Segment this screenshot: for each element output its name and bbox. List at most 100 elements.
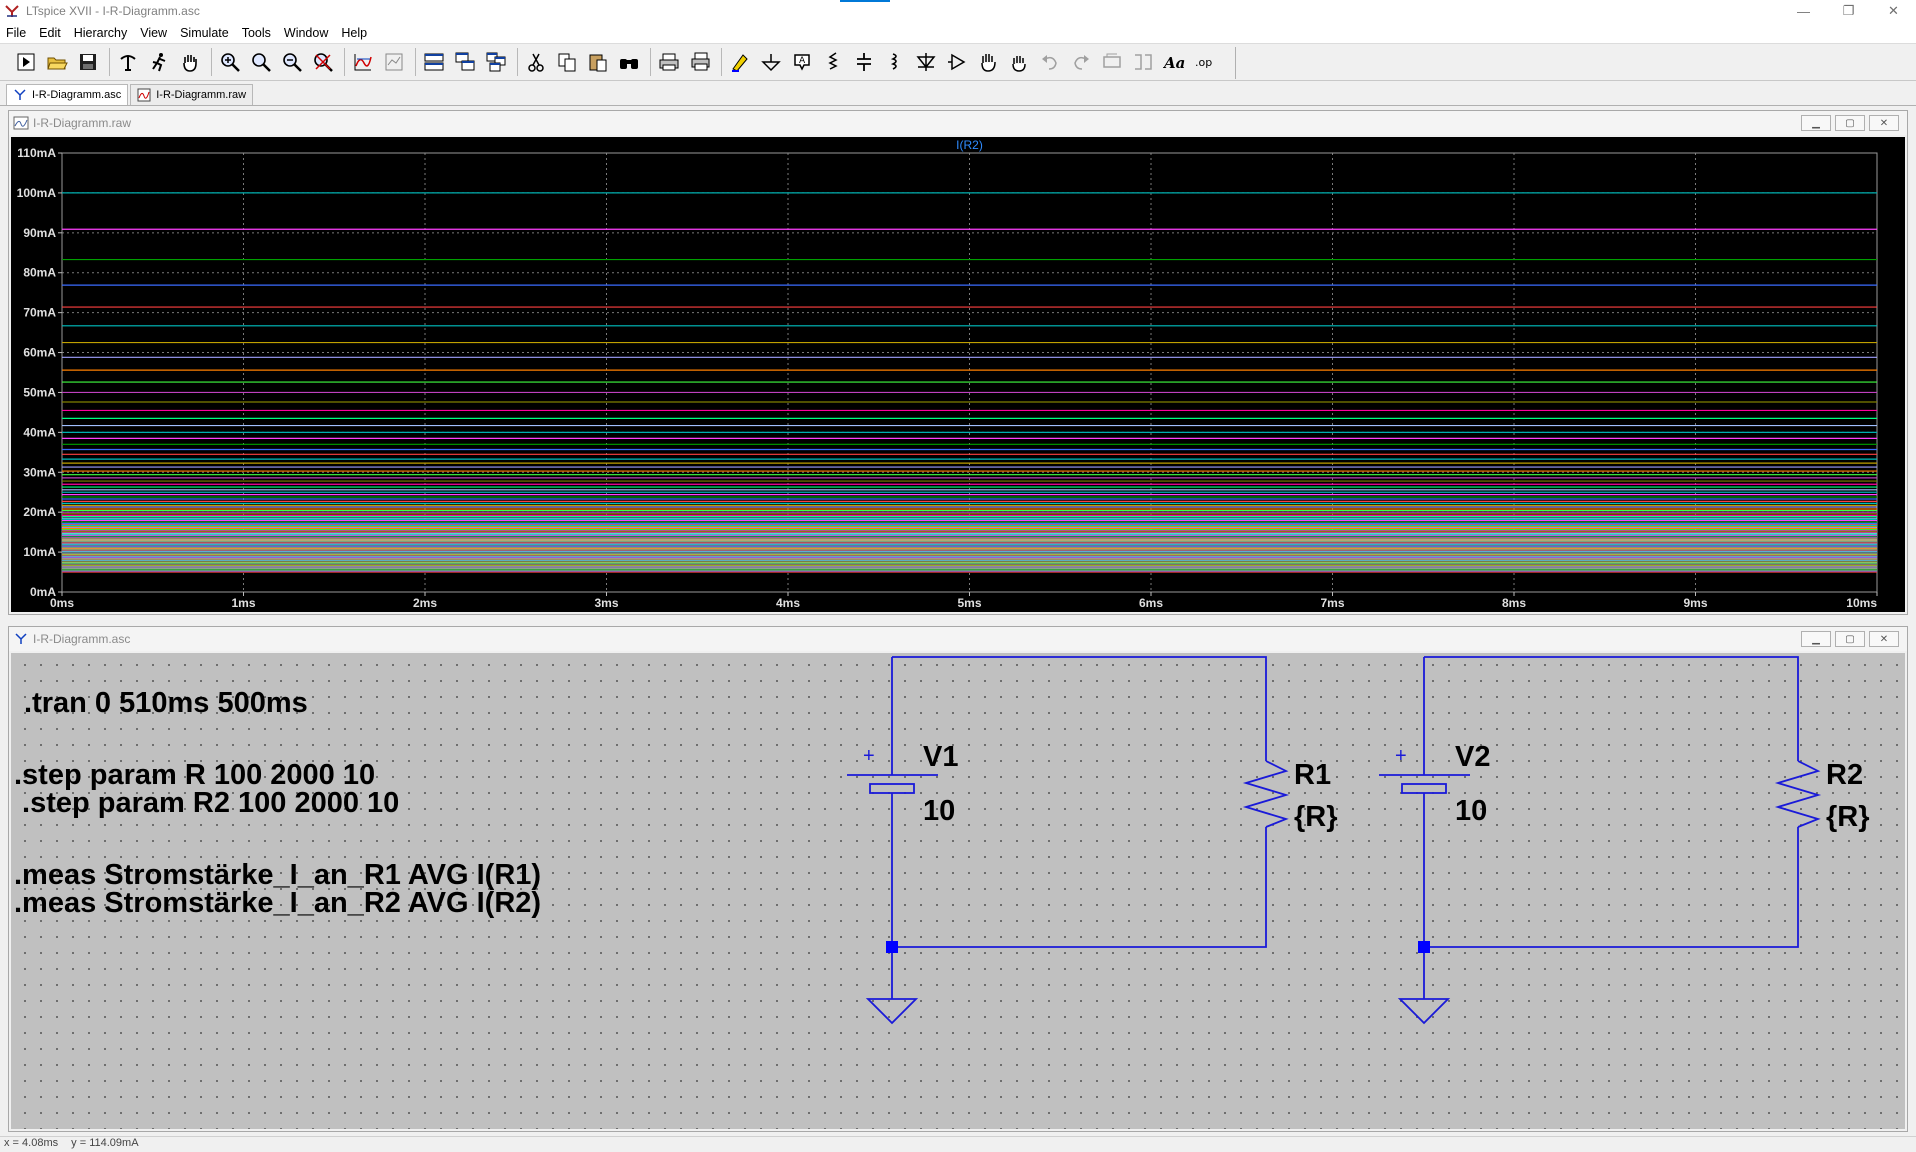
zoom-in-icon[interactable] xyxy=(216,48,244,76)
maximize-button[interactable]: ▢ xyxy=(1835,631,1865,647)
waveform-icon xyxy=(13,116,29,130)
zoom-area-icon[interactable] xyxy=(247,48,275,76)
undo-icon[interactable] xyxy=(1036,48,1064,76)
waveform-window-controls: ▁ ▢ ✕ xyxy=(1797,115,1899,131)
pan-hand-icon[interactable] xyxy=(176,48,204,76)
schematic-icon xyxy=(15,633,27,644)
schematic-canvas[interactable]: .tran 0 510ms 500ms .step param R 100 20… xyxy=(11,653,1905,1129)
run-sim-icon[interactable] xyxy=(145,48,173,76)
redo-icon[interactable] xyxy=(1067,48,1095,76)
move-icon[interactable] xyxy=(974,48,1002,76)
ground-icon[interactable] xyxy=(757,48,785,76)
close-button[interactable]: ✕ xyxy=(1869,631,1899,647)
cut-icon[interactable] xyxy=(522,48,550,76)
tile-vertical-icon[interactable] xyxy=(482,48,510,76)
label-net-icon[interactable]: A xyxy=(788,48,816,76)
autoscale-icon[interactable] xyxy=(349,48,377,76)
tab-label: I-R-Diagramm.asc xyxy=(32,89,122,101)
toolbar-separator xyxy=(109,48,110,76)
v1-name[interactable]: V1 xyxy=(923,741,958,774)
spice-directive-tran[interactable]: .tran 0 510ms 500ms xyxy=(24,687,308,720)
wire[interactable] xyxy=(892,827,1267,948)
cascade-icon[interactable] xyxy=(451,48,479,76)
menu-simulate[interactable]: Simulate xyxy=(180,26,229,40)
v1-value[interactable]: 10 xyxy=(923,795,955,828)
capacitor-icon[interactable] xyxy=(850,48,878,76)
cursor-x-readout: x = 4.08ms xyxy=(4,1137,59,1149)
copy-icon[interactable] xyxy=(553,48,581,76)
pick-traces-icon[interactable] xyxy=(380,48,408,76)
schematic-window-titlebar: I-R-Diagramm.asc ▁ ▢ ✕ xyxy=(9,627,1907,651)
text-icon[interactable]: Aa xyxy=(1160,48,1188,76)
save-icon[interactable] xyxy=(74,48,102,76)
window-title: LTspice XVII - I-R-Diagramm.asc xyxy=(26,4,200,18)
control-panel-icon[interactable] xyxy=(114,48,142,76)
resistor-icon[interactable] xyxy=(819,48,847,76)
resistor-r1[interactable] xyxy=(1242,760,1290,828)
r1-value[interactable]: {R} xyxy=(1294,801,1338,834)
toolbar-separator xyxy=(721,48,722,76)
tab-schematic[interactable]: I-R-Diagramm.asc xyxy=(6,84,129,105)
paste-icon[interactable] xyxy=(584,48,612,76)
r2-value[interactable]: {R} xyxy=(1826,801,1870,834)
print-preview-icon[interactable] xyxy=(686,48,714,76)
y-tick-label: 100mA xyxy=(17,186,57,200)
spice-directive-step-r2[interactable]: .step param R2 100 2000 10 xyxy=(14,787,399,820)
diode-icon[interactable] xyxy=(912,48,940,76)
r1-name[interactable]: R1 xyxy=(1294,759,1331,792)
menu-edit[interactable]: Edit xyxy=(39,26,61,40)
find-icon[interactable] xyxy=(615,48,643,76)
y-tick-label: 60mA xyxy=(23,346,56,360)
tile-horizontal-icon[interactable] xyxy=(420,48,448,76)
print-icon[interactable] xyxy=(655,48,683,76)
spice-directive-meas-r2[interactable]: .meas Stromstärke_I_an_R2 AVG I(R2) xyxy=(14,887,541,920)
component-icon[interactable] xyxy=(943,48,971,76)
mirror-icon[interactable] xyxy=(1129,48,1157,76)
menu-window[interactable]: Window xyxy=(284,26,328,40)
y-tick-label: 30mA xyxy=(23,465,56,479)
x-tick-label: 1ms xyxy=(231,596,255,610)
open-icon[interactable] xyxy=(43,48,71,76)
zoom-fit-icon[interactable] xyxy=(309,48,337,76)
menu-file[interactable]: File xyxy=(6,26,26,40)
x-tick-label: 9ms xyxy=(1683,596,1707,610)
v2-value[interactable]: 10 xyxy=(1455,795,1487,828)
run-icon[interactable] xyxy=(12,48,40,76)
title-bar: LTspice XVII - I-R-Diagramm.asc — ❐ ✕ xyxy=(0,0,1916,22)
maximize-button[interactable]: ▢ xyxy=(1835,115,1865,131)
close-button[interactable]: ✕ xyxy=(1869,115,1899,131)
menu-hierarchy[interactable]: Hierarchy xyxy=(74,26,128,40)
minimize-button[interactable]: — xyxy=(1781,0,1826,22)
toolbar-separator xyxy=(415,48,416,76)
y-tick-label: 0mA xyxy=(30,585,56,599)
rotate-icon[interactable] xyxy=(1098,48,1126,76)
v2-name[interactable]: V2 xyxy=(1455,741,1490,774)
menu-help[interactable]: Help xyxy=(341,26,367,40)
menu-tools[interactable]: Tools xyxy=(242,26,271,40)
toolbar-end-separator xyxy=(1235,47,1236,79)
wire[interactable] xyxy=(1424,827,1799,948)
r2-name[interactable]: R2 xyxy=(1826,759,1863,792)
menu-view[interactable]: View xyxy=(140,26,167,40)
zoom-out-icon[interactable] xyxy=(278,48,306,76)
wire-icon[interactable] xyxy=(726,48,754,76)
waveform-icon xyxy=(137,88,151,102)
resistor-r2[interactable] xyxy=(1774,760,1822,828)
waveform-plot[interactable]: 0ms 1ms 2ms 3ms 4ms 5ms 6ms 7ms 8ms 9ms 10ms 0mA 10m… xyxy=(11,137,1905,612)
x-tick-label: 10ms xyxy=(1846,596,1877,610)
waveform-chart: 0ms 1ms 2ms 3ms 4ms 5ms 6ms 7ms 8ms 9ms 10ms0mA10m… xyxy=(17,138,1878,610)
close-button[interactable]: ✕ xyxy=(1871,0,1916,22)
schematic-window-title: I-R-Diagramm.asc xyxy=(33,632,131,646)
minimize-button[interactable]: ▁ xyxy=(1801,115,1831,131)
schematic-window: I-R-Diagramm.asc ▁ ▢ ✕ .tran 0 510ms 500… xyxy=(8,626,1908,1132)
svg-text:Aa: Aa xyxy=(1163,54,1185,72)
restore-button[interactable]: ❐ xyxy=(1826,0,1871,22)
inductor-icon[interactable] xyxy=(881,48,909,76)
minimize-button[interactable]: ▁ xyxy=(1801,631,1831,647)
tab-waveform[interactable]: I-R-Diagramm.raw xyxy=(130,84,254,105)
y-tick-label: 80mA xyxy=(23,266,56,280)
drag-icon[interactable] xyxy=(1005,48,1033,76)
junction-dot xyxy=(886,941,898,953)
spice-directive-icon[interactable]: .op xyxy=(1191,48,1219,76)
window-controls: — ❐ ✕ xyxy=(1781,0,1916,22)
